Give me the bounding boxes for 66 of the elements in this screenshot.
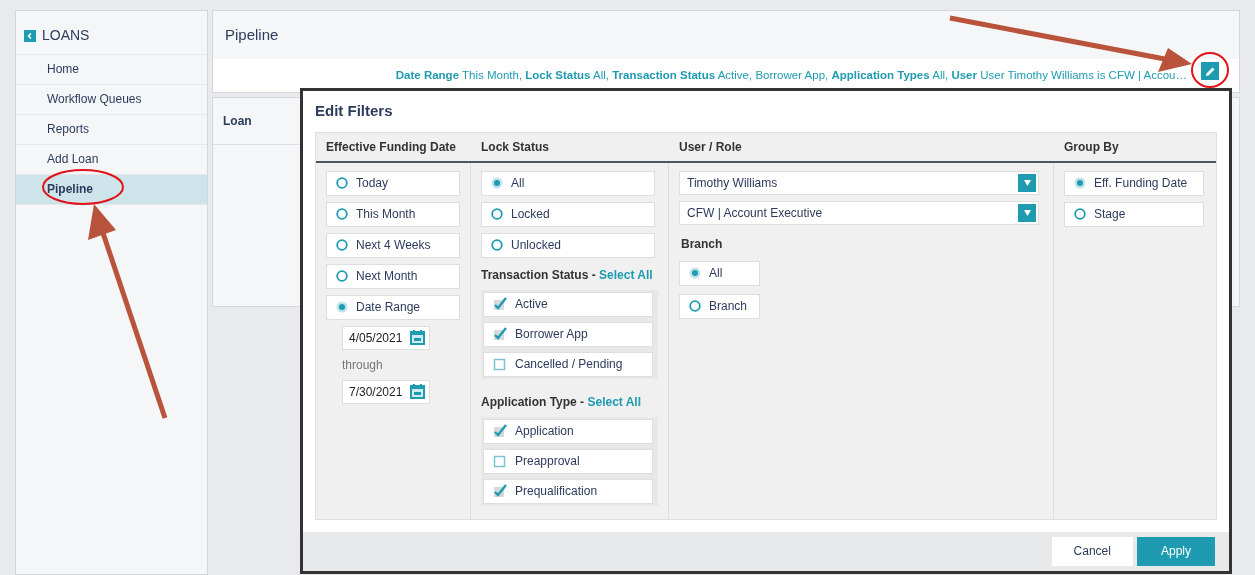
- radio-selected[interactable]: [689, 267, 701, 279]
- radio-selected[interactable]: [491, 177, 503, 189]
- radio-button[interactable]: [336, 239, 348, 251]
- radio-option[interactable]: Next 4 Weeks: [326, 232, 460, 258]
- radio-option[interactable]: All: [679, 260, 760, 286]
- chevron-icon: [27, 32, 33, 39]
- checkbox-checked[interactable]: [493, 297, 507, 311]
- dropdown[interactable]: CFW | Account Executive: [679, 200, 1039, 225]
- radio-button[interactable]: [491, 208, 503, 220]
- date-field[interactable]: 7/30/2021: [342, 379, 430, 404]
- date-field[interactable]: 4/05/2021: [342, 325, 430, 350]
- caret-icon: [1018, 203, 1036, 222]
- radio-button[interactable]: [336, 177, 348, 189]
- column-heading: Group By: [1064, 139, 1119, 154]
- radio-option[interactable]: Stage: [1064, 201, 1204, 227]
- radio-option[interactable]: Locked: [481, 201, 655, 227]
- checkbox-checked[interactable]: [493, 424, 507, 438]
- page-title: Pipeline: [224, 25, 280, 45]
- column-heading: Effective Funding Date: [326, 139, 456, 154]
- radio-selected[interactable]: [336, 301, 348, 313]
- checkbox-option[interactable]: Preapproval: [483, 448, 653, 474]
- radio-selected[interactable]: [1074, 177, 1086, 189]
- through-label: through: [342, 356, 384, 374]
- sidebar-item[interactable]: Reports: [16, 115, 207, 145]
- radio-button[interactable]: [336, 208, 348, 220]
- checkbox-option[interactable]: Borrower App: [483, 321, 653, 347]
- column-heading: User / Role: [679, 139, 742, 154]
- radio-button[interactable]: [1074, 208, 1086, 220]
- radio-button[interactable]: [689, 300, 701, 312]
- checkbox-checked[interactable]: [493, 327, 507, 341]
- radio-button[interactable]: [491, 239, 503, 251]
- sidebar-item[interactable]: Pipeline: [16, 175, 207, 205]
- section-label: Branch: [681, 235, 724, 253]
- checkbox-option[interactable]: Prequalification: [483, 478, 653, 504]
- highlight-circle: [1191, 52, 1229, 88]
- sidebar-item[interactable]: Home: [16, 55, 207, 85]
- checkbox[interactable]: [493, 357, 507, 371]
- radio-option[interactable]: Date Range: [326, 294, 460, 320]
- filter-summary: Date Range This Month, Lock Status All, Transaction Status Active, Borrower App, Application Types All, User User Timothy Williams is CFW | Accou…: [395, 69, 1187, 81]
- radio-option[interactable]: This Month: [326, 201, 460, 227]
- cancel-button[interactable]: Cancel: [1051, 536, 1133, 566]
- section-label: Transaction Status -: [481, 267, 597, 282]
- calendar-icon[interactable]: [410, 384, 425, 399]
- dialog-title: Edit Filters: [314, 101, 394, 121]
- radio-option[interactable]: All: [481, 170, 655, 196]
- radio-option[interactable]: Eff. Funding Date: [1064, 170, 1204, 196]
- checkbox-option[interactable]: Active: [483, 291, 653, 317]
- radio-option[interactable]: Branch: [679, 293, 760, 319]
- collapse-button[interactable]: [24, 29, 36, 42]
- checkbox-option[interactable]: Cancelled / Pending: [483, 351, 653, 377]
- sidebar-item[interactable]: Workflow Queues: [16, 85, 207, 115]
- pencil-icon: [1204, 65, 1216, 77]
- column-heading: Lock Status: [481, 139, 549, 154]
- radio-option[interactable]: Today: [326, 170, 460, 196]
- section-label: Application Type -: [481, 394, 586, 409]
- radio-option[interactable]: Unlocked: [481, 232, 655, 258]
- checkbox-checked[interactable]: [493, 484, 507, 498]
- radio-button[interactable]: [336, 270, 348, 282]
- calendar-icon[interactable]: [410, 330, 425, 345]
- sidebar-title: LOANS: [42, 26, 90, 45]
- edit-button[interactable]: [1201, 62, 1219, 80]
- caret-icon: [1018, 173, 1036, 192]
- radio-option[interactable]: Next Month: [326, 263, 460, 289]
- checkbox-option[interactable]: Application: [483, 418, 653, 444]
- dropdown[interactable]: Timothy Williams: [679, 170, 1039, 195]
- checkbox[interactable]: [493, 454, 507, 468]
